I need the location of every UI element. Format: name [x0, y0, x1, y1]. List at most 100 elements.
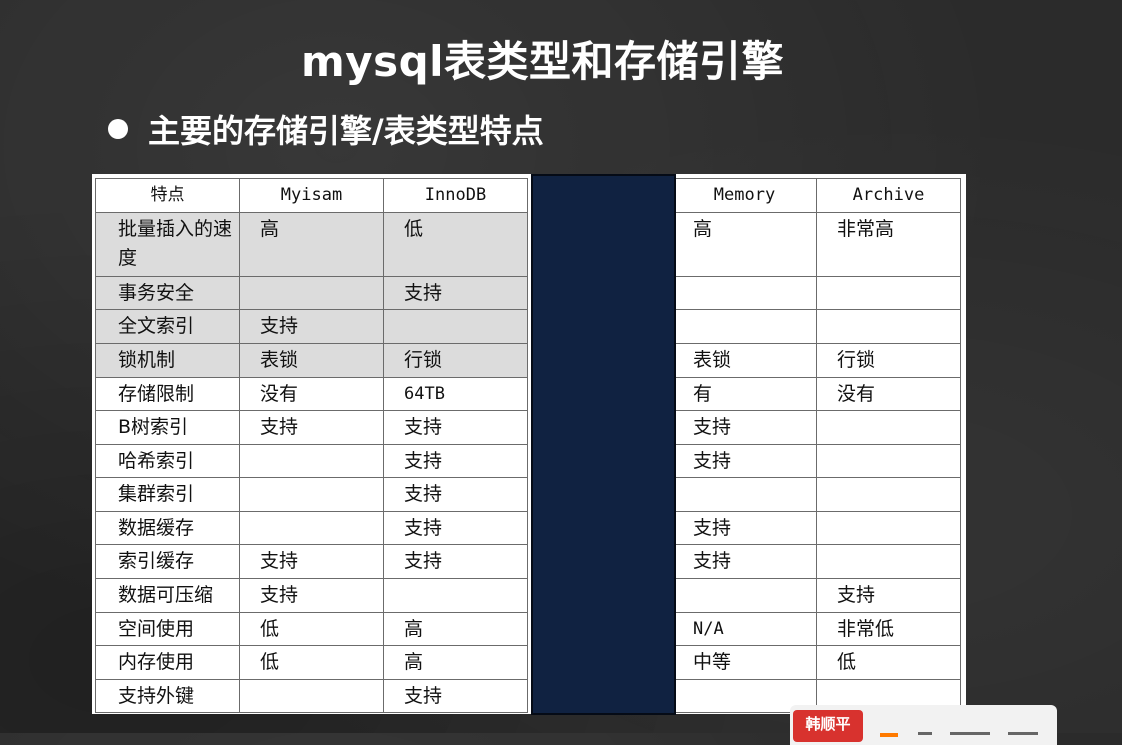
feature-label-cell: 索引缓存: [95, 544, 240, 579]
feature-label-cell: B树索引: [95, 410, 240, 445]
innodb-cell: 支持: [383, 410, 528, 445]
archive-cell: [816, 511, 961, 545]
archive-cell: 没有: [816, 377, 961, 411]
feature-label-cell: 哈希索引: [95, 444, 240, 478]
myisam-cell: 支持: [239, 544, 384, 579]
column-header: 特点: [95, 178, 240, 213]
archive-cell: 非常高: [816, 212, 961, 277]
feature-label-cell: 数据缓存: [95, 511, 240, 545]
innodb-cell: 支持: [383, 544, 528, 579]
innodb-cell: [383, 309, 528, 344]
feature-label-cell: 数据可压缩: [95, 578, 240, 613]
memory-cell: 支持: [672, 444, 817, 478]
bullet-dot-icon: [108, 119, 128, 139]
feature-label-cell: 全文索引: [95, 309, 240, 344]
innodb-cell: 支持: [383, 276, 528, 310]
dash-icon: [950, 732, 990, 735]
memory-cell: [672, 477, 817, 512]
table-row: 事务安全 支持: [95, 276, 961, 310]
redaction-block: [531, 174, 676, 715]
memory-cell: [672, 578, 817, 613]
column-header: InnoDB: [383, 178, 528, 213]
dash-icon: [1008, 732, 1038, 735]
memory-cell: 支持: [672, 544, 817, 579]
memory-cell: [672, 276, 817, 310]
memory-cell: 有: [672, 377, 817, 411]
table-row: 锁机制 表锁 行锁 表锁 行锁: [95, 343, 961, 378]
innodb-cell: 支持: [383, 511, 528, 545]
table-row: 全文索引 支持: [95, 309, 961, 344]
feature-label-cell: 支持外键: [95, 679, 240, 713]
myisam-cell: 没有: [239, 377, 384, 411]
archive-cell: [816, 477, 961, 512]
archive-cell: [816, 544, 961, 579]
myisam-cell: [239, 276, 384, 310]
table-row: 哈希索引 支持 支持: [95, 444, 961, 478]
bullet-point: 主要的存储引擎/表类型特点: [108, 106, 544, 152]
archive-cell: 行锁: [816, 343, 961, 378]
feature-label-cell: 存储限制: [95, 377, 240, 411]
memory-cell: 支持: [672, 410, 817, 445]
memory-cell: [672, 309, 817, 344]
myisam-cell: 表锁: [239, 343, 384, 378]
innodb-cell: 行锁: [383, 343, 528, 378]
memory-cell: 高: [672, 212, 817, 277]
table-row: 存储限制 没有 64TB 有没有: [95, 377, 961, 411]
orange-mark-icon: [880, 733, 898, 737]
archive-cell: 低: [816, 645, 961, 680]
innodb-cell: 低: [383, 212, 528, 277]
memory-cell: 表锁: [672, 343, 817, 378]
dash-icon: [918, 732, 932, 735]
archive-cell: [816, 410, 961, 445]
feature-label-cell: 批量插入的速度: [95, 212, 240, 277]
memory-cell: 支持: [672, 511, 817, 545]
myisam-cell: [239, 444, 384, 478]
features-table: 特点 Myisam InnoDB Memory Archive 批量插入的速度高低高非常高…: [95, 178, 961, 713]
column-header: Memory: [672, 178, 817, 213]
archive-cell: 非常低: [816, 612, 961, 646]
innodb-cell: 高: [383, 612, 528, 646]
table-row: 数据缓存 支持 支持: [95, 511, 961, 545]
slide-title: mysql表类型和存储引擎: [300, 37, 785, 86]
watermark-widget: 韩顺平: [790, 705, 1057, 745]
feature-label-cell: 空间使用: [95, 612, 240, 646]
table-row: 索引缓存 支持 支持 支持: [95, 544, 961, 579]
innodb-cell: [383, 578, 528, 613]
myisam-cell: [239, 511, 384, 545]
feature-label-cell: 集群索引: [95, 477, 240, 512]
feature-label-cell: 事务安全: [95, 276, 240, 310]
myisam-cell: 支持: [239, 410, 384, 445]
table-row: 数据可压缩 支持 支持: [95, 578, 961, 613]
myisam-cell: 低: [239, 645, 384, 680]
table-row: 内存使用低高中等低: [95, 645, 961, 680]
myisam-cell: [239, 679, 384, 713]
archive-cell: [816, 276, 961, 310]
innodb-cell: 支持: [383, 444, 528, 478]
author-badge: 韩顺平: [793, 710, 863, 742]
bullet-text: 主要的存储引擎/表类型特点: [148, 112, 544, 150]
archive-cell: [816, 309, 961, 344]
myisam-cell: 支持: [239, 309, 384, 344]
innodb-cell: 支持: [383, 477, 528, 512]
memory-cell: 中等: [672, 645, 817, 680]
table-header-row: 特点 Myisam InnoDB Memory Archive: [95, 178, 961, 213]
table-row: 空间使用低高 N/A 非常低: [95, 612, 961, 646]
feature-label-cell: 内存使用: [95, 645, 240, 680]
archive-cell: [816, 444, 961, 478]
column-header: Archive: [816, 178, 961, 213]
innodb-cell: 64TB: [383, 377, 528, 411]
innodb-cell: 高: [383, 645, 528, 680]
feature-label-cell: 锁机制: [95, 343, 240, 378]
engine-comparison-table: 特点 Myisam InnoDB Memory Archive 批量插入的速度高低高非常高…: [92, 174, 966, 714]
myisam-cell: 低: [239, 612, 384, 646]
table-row: 集群索引 支持: [95, 477, 961, 512]
myisam-cell: 支持: [239, 578, 384, 613]
archive-cell: 支持: [816, 578, 961, 613]
table-row: 批量插入的速度高低高非常高: [95, 212, 961, 277]
innodb-cell: 支持: [383, 679, 528, 713]
table-row: B树索引 支持 支持 支持: [95, 410, 961, 445]
myisam-cell: [239, 477, 384, 512]
column-header: Myisam: [239, 178, 384, 213]
myisam-cell: 高: [239, 212, 384, 277]
memory-cell: N/A: [672, 612, 817, 646]
